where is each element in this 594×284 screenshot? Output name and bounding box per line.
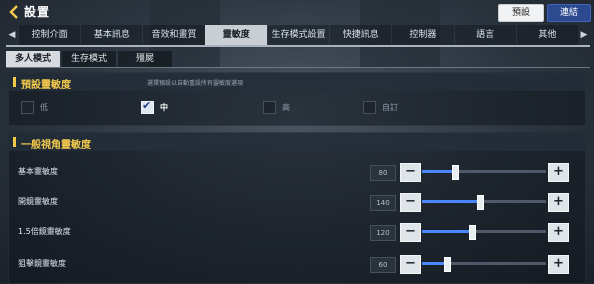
slider-track[interactable] bbox=[422, 165, 546, 180]
preset-sensitivity-panel: 預設靈敏度 選擇預設以自動重設所有靈敏度選項 低 中 高 自訂 bbox=[8, 72, 586, 126]
subtab-zombies[interactable]: 殭屍 bbox=[118, 51, 172, 67]
subtab-multiplayer[interactable]: 多人模式 bbox=[6, 51, 60, 67]
preset-option-low[interactable]: 低 bbox=[21, 100, 48, 114]
default-button[interactable]: 預設 bbox=[498, 4, 544, 22]
panel-header: 預設靈敏度 選擇預設以自動重設所有靈敏度選項 bbox=[9, 73, 585, 91]
sniper-scope-sensitivity-label: 狙擊鏡靈敏度 bbox=[18, 259, 66, 268]
tab-language[interactable]: 語言 bbox=[453, 25, 516, 45]
connect-button[interactable]: 連結 bbox=[547, 4, 591, 22]
slider-track[interactable] bbox=[422, 195, 546, 210]
option-label: 高 bbox=[282, 102, 290, 112]
scope-1-5x-sensitivity-value[interactable]: 120 bbox=[370, 225, 396, 241]
tab-right-arrow-icon[interactable]: ▶ bbox=[578, 25, 590, 45]
section-marker bbox=[13, 77, 16, 87]
base-sensitivity-label: 基本靈敏度 bbox=[18, 167, 58, 176]
tab-underline bbox=[6, 45, 590, 47]
tab-left-arrow-icon[interactable]: ◀ bbox=[6, 25, 18, 45]
checkbox-high[interactable] bbox=[263, 100, 276, 114]
sniper-scope-sensitivity-value[interactable]: 60 bbox=[370, 257, 396, 273]
option-label: 中 bbox=[160, 102, 168, 112]
slider-thumb[interactable] bbox=[468, 225, 476, 240]
top-bar: 設置 預設 連結 bbox=[0, 0, 594, 24]
base-sensitivity-row: 基本靈敏度 80 − + bbox=[8, 162, 584, 182]
slider-fill bbox=[422, 230, 472, 233]
decrease-button[interactable]: − bbox=[400, 193, 421, 212]
tab-control-interface[interactable]: 控制介面 bbox=[18, 25, 81, 45]
ads-sensitivity-label: 開鏡靈敏度 bbox=[18, 197, 58, 206]
option-label: 自訂 bbox=[382, 102, 398, 112]
tab-quick-messages[interactable]: 快捷訊息 bbox=[329, 25, 392, 45]
base-sensitivity-value[interactable]: 80 bbox=[370, 165, 396, 181]
mode-subtabs: 多人模式 生存模式 殭屍 bbox=[6, 51, 172, 67]
checkbox-custom[interactable] bbox=[363, 100, 376, 114]
preset-option-medium[interactable]: 中 bbox=[141, 99, 168, 114]
preset-option-high[interactable]: 高 bbox=[263, 100, 290, 114]
page-title: 設置 bbox=[24, 5, 51, 19]
ads-sensitivity-value[interactable]: 140 bbox=[370, 195, 396, 211]
increase-button[interactable]: + bbox=[548, 223, 569, 242]
decrease-button[interactable]: − bbox=[400, 163, 421, 182]
decrease-button[interactable]: − bbox=[400, 223, 421, 242]
general-sensitivity-title: 一般視角靈敏度 bbox=[21, 140, 91, 151]
decrease-button[interactable]: − bbox=[400, 255, 421, 274]
option-label: 低 bbox=[40, 102, 48, 112]
section-marker bbox=[13, 137, 16, 147]
tab-audio-graphics[interactable]: 音效和畫質 bbox=[142, 25, 205, 45]
ads-sensitivity-row: 開鏡靈敏度 140 − + bbox=[8, 192, 584, 212]
tab-controller[interactable]: 控制器 bbox=[391, 25, 454, 45]
ads-sensitivity-slider: − + bbox=[400, 193, 570, 212]
checkbox-medium-checked[interactable] bbox=[141, 99, 154, 114]
increase-button[interactable]: + bbox=[548, 163, 569, 182]
subtab-survival[interactable]: 生存模式 bbox=[62, 51, 116, 67]
increase-button[interactable]: + bbox=[548, 193, 569, 212]
scope-1-5x-sensitivity-row: 1.5倍鏡靈敏度 120 − + bbox=[8, 222, 584, 242]
preset-sensitivity-title: 預設靈敏度 bbox=[21, 80, 71, 91]
main-tabs: ◀ 控制介面 基本訊息 音效和畫質 靈敏度 生存模式設置 快捷訊息 控制器 語言… bbox=[6, 25, 590, 45]
panel-header: 一般視角靈敏度 bbox=[9, 133, 585, 151]
sniper-scope-sensitivity-row: 狙擊鏡靈敏度 60 − + bbox=[8, 254, 584, 274]
slider-fill bbox=[422, 170, 456, 173]
slider-thumb[interactable] bbox=[452, 165, 460, 180]
slider-fill bbox=[422, 200, 481, 203]
checkbox-low[interactable] bbox=[21, 100, 34, 114]
preset-option-custom[interactable]: 自訂 bbox=[363, 100, 398, 114]
slider-track[interactable] bbox=[422, 225, 546, 240]
preset-hint: 選擇預設以自動重設所有靈敏度選項 bbox=[147, 80, 244, 87]
tab-basic-info[interactable]: 基本訊息 bbox=[80, 25, 143, 45]
increase-button[interactable]: + bbox=[548, 255, 569, 274]
slider-thumb[interactable] bbox=[477, 195, 485, 210]
sniper-scope-sensitivity-slider: − + bbox=[400, 255, 570, 274]
base-sensitivity-slider: − + bbox=[400, 163, 570, 182]
subtab-divider bbox=[6, 67, 590, 68]
tab-other[interactable]: 其他 bbox=[515, 25, 578, 45]
scope-1-5x-sensitivity-slider: − + bbox=[400, 223, 570, 242]
scope-1-5x-sensitivity-label: 1.5倍鏡靈敏度 bbox=[18, 227, 71, 236]
tab-sensitivity[interactable]: 靈敏度 bbox=[204, 25, 267, 45]
back-arrow-icon[interactable] bbox=[6, 4, 22, 20]
slider-thumb[interactable] bbox=[443, 257, 451, 272]
tab-survival-settings[interactable]: 生存模式設置 bbox=[266, 25, 330, 45]
slider-track[interactable] bbox=[422, 257, 546, 272]
